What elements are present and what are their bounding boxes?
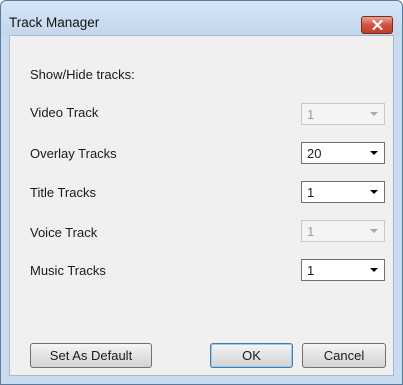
dialog-body: Show/Hide tracks: Video Track 1 Overlay … [9, 35, 394, 376]
chevron-down-icon [370, 229, 378, 233]
title-tracks-value: 1 [307, 185, 315, 200]
set-as-default-button[interactable]: Set As Default [30, 343, 152, 368]
cancel-button[interactable]: Cancel [302, 343, 386, 368]
title-bar[interactable]: Track Manager [1, 1, 402, 35]
voice-track-select: 1 [301, 220, 385, 242]
video-track-label: Video Track [30, 105, 99, 120]
voice-track-value: 1 [307, 224, 315, 239]
music-tracks-value: 1 [307, 263, 315, 278]
music-tracks-label: Music Tracks [30, 263, 106, 278]
overlay-tracks-label: Overlay Tracks [30, 146, 117, 161]
chevron-down-icon [370, 112, 378, 116]
voice-track-label: Voice Track [30, 225, 98, 240]
title-tracks-select[interactable]: 1 [301, 181, 385, 203]
chevron-down-icon [370, 190, 378, 194]
video-track-select: 1 [301, 103, 385, 125]
window-title: Track Manager [9, 15, 100, 30]
overlay-tracks-select[interactable]: 20 [301, 142, 385, 164]
chevron-down-icon [370, 268, 378, 272]
title-tracks-label: Title Tracks [30, 185, 96, 200]
video-track-value: 1 [307, 107, 315, 122]
close-button[interactable] [361, 16, 393, 34]
chevron-down-icon [370, 151, 378, 155]
ok-button[interactable]: OK [210, 343, 293, 368]
close-icon [372, 20, 383, 30]
track-manager-dialog: Track Manager Show/Hide tracks: Video Tr… [0, 0, 403, 385]
show-hide-heading: Show/Hide tracks: [30, 67, 135, 82]
overlay-tracks-value: 20 [307, 146, 322, 161]
music-tracks-select[interactable]: 1 [301, 259, 385, 281]
